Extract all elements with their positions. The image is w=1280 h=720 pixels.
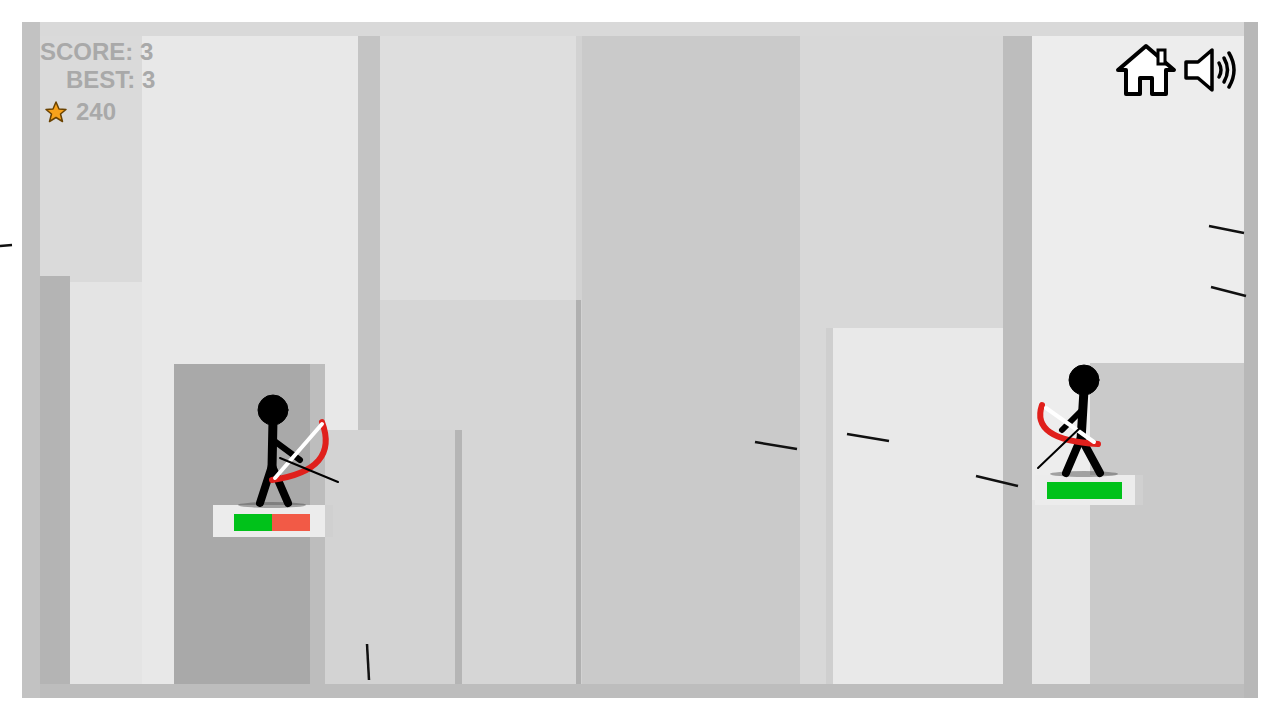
player-archer (238, 395, 338, 508)
right-platform (1035, 475, 1143, 505)
arrow (367, 644, 369, 680)
star-count: 240 (44, 98, 116, 126)
sound-waves (1219, 53, 1234, 87)
hud: SCORE: 3 BEST: 3 240 (40, 38, 155, 126)
star-icon (44, 100, 68, 124)
arrow (1211, 287, 1246, 296)
arrow (1209, 226, 1244, 233)
flying-arrows (0, 226, 1246, 680)
arrow (0, 245, 12, 246)
controls (1114, 42, 1240, 98)
best-text: BEST: 3 (66, 66, 155, 94)
score-text: SCORE: 3 (40, 38, 153, 66)
background (40, 36, 1244, 684)
left-platform (213, 505, 333, 537)
enemy-health-track (1047, 482, 1122, 499)
star-count-text: 240 (76, 98, 116, 126)
player-health-fill (234, 514, 272, 531)
enemy-health-fill (1047, 482, 1122, 499)
arrow (755, 442, 797, 449)
game-screen[interactable]: SCORE: 3 BEST: 3 240 (0, 0, 1280, 720)
player-health-track (234, 514, 310, 531)
sound-button[interactable] (1182, 46, 1240, 94)
arrow (976, 476, 1018, 486)
home-icon (1114, 42, 1178, 98)
game-scene[interactable] (0, 0, 1280, 720)
arrow (847, 434, 889, 441)
speaker-icon (1182, 46, 1240, 94)
home-button[interactable] (1114, 42, 1178, 98)
enemy-archer (1038, 365, 1118, 477)
frame (22, 22, 1258, 698)
